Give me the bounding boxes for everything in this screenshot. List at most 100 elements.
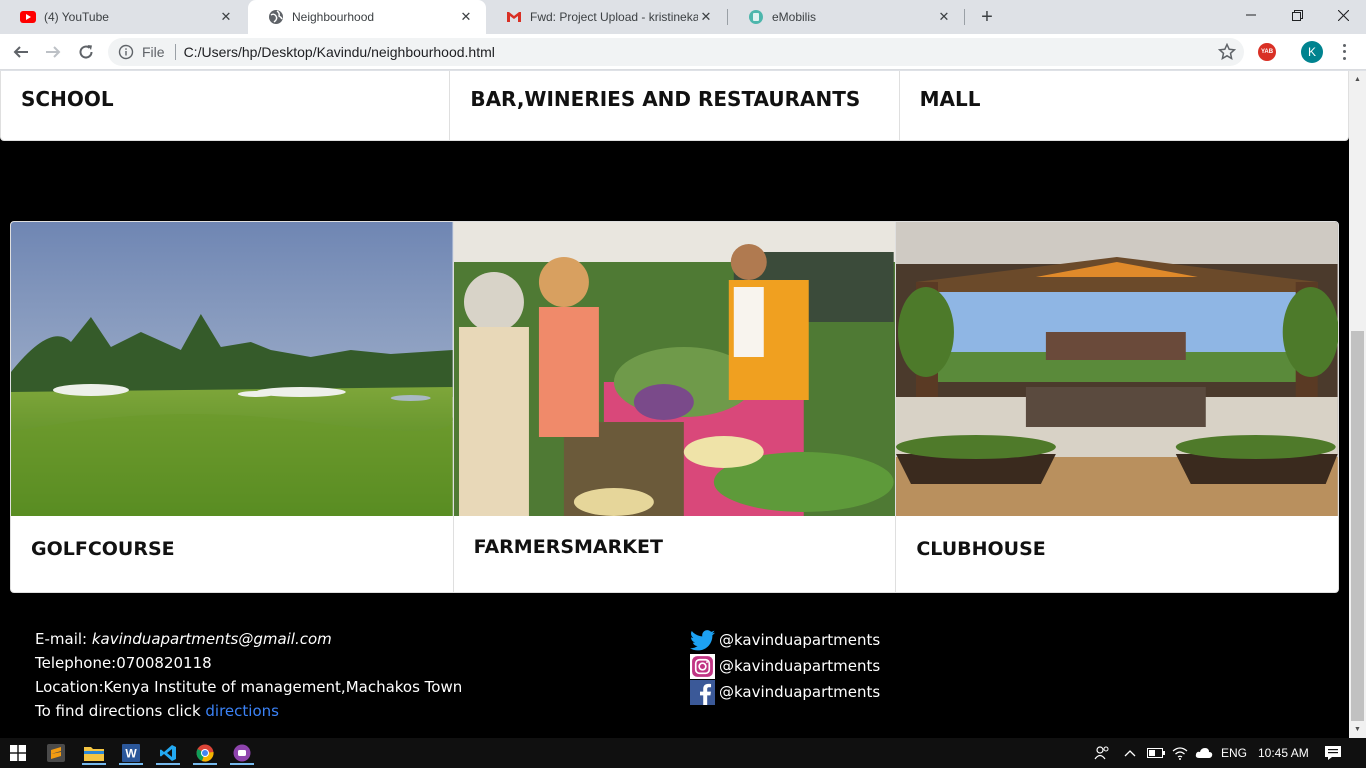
card-title-golfcourse: GOLFCOURSE [31, 538, 175, 560]
running-indicator [156, 763, 180, 765]
email-line: E-mail: kavinduapartments@gmail.com [35, 627, 462, 651]
golf-course-photo [11, 222, 453, 516]
scroll-down-arrow-icon[interactable]: ▼ [1349, 721, 1366, 738]
directions-prefix: To find directions click [35, 702, 206, 720]
battery-icon[interactable] [1147, 738, 1165, 768]
sublime-text-icon[interactable] [44, 741, 68, 765]
social-twitter[interactable]: @kavinduapartments [690, 627, 880, 653]
email-label: E-mail: [35, 630, 92, 648]
new-tab-button[interactable]: + [976, 6, 998, 28]
running-indicator [119, 763, 143, 765]
card-farmersmarket: FARMERSMARKET [453, 222, 897, 592]
email-address: kavinduapartments@gmail.com [91, 630, 332, 648]
restore-icon [1291, 9, 1303, 21]
minimize-icon [1246, 14, 1256, 16]
forward-button[interactable] [40, 39, 66, 65]
instagram-handle: @kavinduapartments [719, 657, 881, 675]
tab-title: eMobilis [772, 10, 817, 24]
tab-youtube[interactable]: (4) YouTube ✕ [0, 0, 246, 34]
directions-line: To find directions click directions [35, 699, 462, 723]
windows-taskbar: W ENG 10:45 AM [0, 738, 1366, 768]
browser-menu-button[interactable] [1336, 42, 1352, 62]
chrome-taskbar-icon[interactable] [193, 741, 217, 765]
browser-toolbar: File C:/Users/hp/Desktop/Kavindu/neighbo… [0, 34, 1366, 70]
tab-title: (4) YouTube [44, 10, 109, 24]
language-indicator[interactable]: ENG [1221, 738, 1247, 768]
running-indicator [82, 763, 106, 765]
farmers-market-photo [453, 222, 896, 516]
tab-title: Neighbourhood [292, 10, 375, 24]
card-title-farmersmarket: FARMERSMARKET [473, 536, 663, 558]
minimize-button[interactable] [1228, 0, 1274, 30]
back-arrow-icon [13, 46, 28, 58]
clubhouse-photo [896, 222, 1338, 516]
reload-icon [79, 45, 93, 59]
telephone-line: Telephone:0700820118 [35, 654, 212, 672]
reload-button[interactable] [73, 39, 99, 65]
scrollbar-thumb[interactable] [1351, 331, 1364, 721]
page-viewport: SCHOOL BAR,WINERIES AND RESTAURANTS MALL [0, 71, 1366, 738]
file-explorer-icon[interactable] [82, 741, 106, 765]
tab-title: Fwd: Project Upload - kristinekak [530, 10, 698, 24]
windows-start-icon[interactable] [6, 741, 30, 765]
close-tab-icon[interactable]: ✕ [936, 9, 952, 25]
running-indicator [230, 763, 254, 765]
svg-text:W: W [125, 747, 137, 761]
profile-avatar[interactable]: K [1301, 41, 1323, 63]
close-tab-icon[interactable]: ✕ [218, 9, 234, 25]
top-card-row: SCHOOL BAR,WINERIES AND RESTAURANTS MALL [0, 71, 1349, 141]
vscode-icon[interactable] [156, 741, 180, 765]
scheme-label: File [142, 44, 165, 60]
social-instagram[interactable]: @kavinduapartments [690, 653, 880, 679]
twitter-icon [690, 628, 715, 652]
yab-extension-icon[interactable]: YAB [1258, 43, 1276, 61]
facebook-icon [690, 679, 715, 705]
close-tab-icon[interactable]: ✕ [458, 9, 474, 25]
facebook-handle: @kavinduapartments [719, 683, 881, 701]
tab-neighbourhood[interactable]: Neighbourhood ✕ [248, 0, 486, 34]
tab-strip: (4) YouTube ✕ Neighbourhood ✕ Fwd: Proje… [0, 0, 1366, 34]
bookmark-star-icon[interactable] [1218, 43, 1236, 61]
address-bar[interactable]: File C:/Users/hp/Desktop/Kavindu/neighbo… [108, 38, 1244, 66]
cloud-icon[interactable] [1195, 738, 1213, 768]
twitter-handle: @kavinduapartments [719, 631, 881, 649]
social-facebook[interactable]: @kavinduapartments [690, 679, 880, 705]
close-window-button[interactable] [1320, 0, 1366, 30]
page-scrollbar[interactable]: ▲ ▼ [1349, 71, 1366, 738]
globe-icon [268, 9, 284, 25]
people-icon[interactable] [1094, 738, 1110, 768]
card-bar-wineries-restaurants: BAR,WINERIES AND RESTAURANTS [450, 71, 900, 140]
card-clubhouse: CLUBHOUSE [896, 222, 1338, 592]
url-text[interactable]: C:/Users/hp/Desktop/Kavindu/neighbourhoo… [184, 44, 1218, 60]
back-button[interactable] [8, 39, 34, 65]
close-tab-icon[interactable]: ✕ [698, 9, 714, 25]
directions-link[interactable]: directions [205, 702, 279, 720]
amenities-card-row: GOLFCOURSE FARMERSMARKET CLUBHOUSE [10, 221, 1339, 593]
close-icon [1337, 9, 1349, 21]
tab-gmail[interactable]: Fwd: Project Upload - kristinekak ✕ [486, 0, 726, 34]
gmail-icon [506, 9, 522, 25]
chevron-up-icon[interactable] [1124, 738, 1136, 768]
emobilis-icon [748, 9, 764, 25]
card-title-clubhouse: CLUBHOUSE [916, 538, 1046, 560]
clock[interactable]: 10:45 AM [1258, 738, 1309, 768]
scroll-up-arrow-icon[interactable]: ▲ [1349, 71, 1366, 88]
app-taskbar-icon[interactable] [230, 741, 254, 765]
forward-arrow-icon [46, 46, 61, 58]
restore-button[interactable] [1274, 0, 1320, 30]
card-mall: MALL [919, 87, 981, 111]
location-line: Location:Kenya Institute of management,M… [35, 678, 463, 696]
omnibox-divider [174, 44, 176, 60]
notifications-icon[interactable] [1324, 738, 1342, 768]
running-indicator [193, 763, 217, 765]
social-links: @kavinduapartments @kavinduapartments @k… [690, 627, 880, 705]
youtube-icon [20, 9, 36, 25]
tab-separator [964, 9, 965, 25]
footer-contact: E-mail: kavinduapartments@gmail.com Tele… [35, 627, 462, 723]
wifi-icon[interactable] [1172, 738, 1188, 768]
info-icon [118, 44, 134, 60]
tab-emobilis[interactable]: eMobilis ✕ [728, 0, 964, 34]
card-golfcourse: GOLFCOURSE [11, 222, 454, 592]
word-icon[interactable]: W [119, 741, 143, 765]
instagram-icon [690, 653, 715, 679]
